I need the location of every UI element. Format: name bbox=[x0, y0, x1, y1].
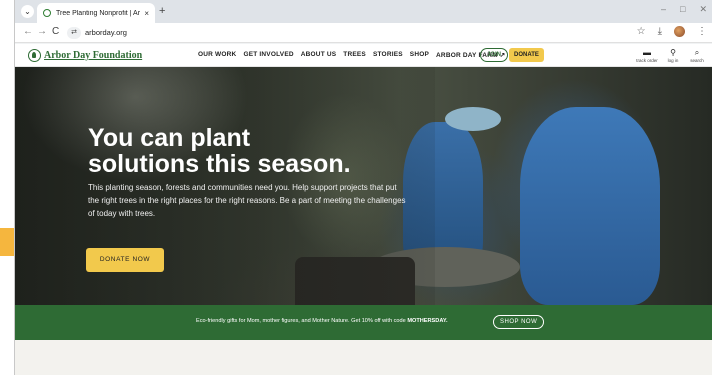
new-tab-button[interactable]: + bbox=[159, 5, 165, 17]
promo-bar: Eco-friendly gifts for Mom, mother figur… bbox=[15, 305, 712, 340]
nav-stories[interactable]: STORIES bbox=[373, 51, 403, 59]
search-icon: ⌕ bbox=[694, 48, 700, 57]
left-gutter bbox=[0, 0, 14, 375]
promo-message: Eco-friendly gifts for Mom, mother figur… bbox=[196, 318, 408, 324]
track-order-label: track order bbox=[636, 58, 658, 63]
nav-our-work[interactable]: OUR WORK bbox=[198, 51, 236, 59]
main-nav: OUR WORK GET INVOLVED ABOUT US TREES STO… bbox=[198, 51, 505, 59]
truck-icon: ▬ bbox=[643, 48, 651, 57]
site-info-icon[interactable]: ⇄ bbox=[67, 27, 81, 39]
hero-title-line1: You can plant bbox=[88, 124, 251, 152]
hero-title-line2: solutions this season. bbox=[88, 150, 351, 178]
favicon-icon bbox=[43, 9, 51, 17]
user-icon: ⚲ bbox=[670, 48, 676, 57]
reload-button[interactable]: C bbox=[52, 26, 59, 38]
nav-about-us[interactable]: ABOUT US bbox=[301, 51, 337, 59]
promo-text: Eco-friendly gifts for Mom, mother figur… bbox=[196, 318, 448, 324]
donate-button[interactable]: DONATE bbox=[509, 48, 544, 62]
tree-logo-icon bbox=[28, 49, 41, 62]
tab-close-icon[interactable]: × bbox=[144, 9, 149, 18]
profile-avatar[interactable] bbox=[674, 26, 685, 37]
log-in-button[interactable]: ⚲ log in bbox=[661, 48, 685, 63]
shop-now-button[interactable]: SHOP NOW bbox=[493, 315, 545, 329]
back-button[interactable]: ← bbox=[23, 26, 33, 38]
bookmark-star-icon[interactable]: ☆ bbox=[637, 26, 646, 37]
site-header: Arbor Day Foundation OUR WORK GET INVOLV… bbox=[15, 44, 712, 67]
active-tab[interactable]: Tree Planting Nonprofit | Arbo × bbox=[37, 3, 155, 23]
tab-search-icon[interactable]: ⌄ bbox=[21, 5, 34, 18]
track-order-button[interactable]: ▬ track order bbox=[635, 48, 659, 63]
hero-photo-planter bbox=[520, 107, 660, 305]
browser-menu-icon[interactable]: ⋮ bbox=[697, 26, 707, 37]
browser-toolbar: ← → C ⇄ arborday.org ☆ ⤓ ⋮ bbox=[15, 23, 712, 43]
address-bar[interactable]: arborday.org bbox=[85, 28, 127, 37]
maximize-button[interactable]: □ bbox=[680, 4, 685, 15]
nav-trees[interactable]: TREES bbox=[343, 51, 366, 59]
window-controls: – □ ✕ bbox=[661, 4, 707, 15]
tab-strip: ⌄ Tree Planting Nonprofit | Arbo × + – □… bbox=[15, 0, 712, 23]
promo-code: MOTHERSDAY. bbox=[407, 318, 448, 324]
hero-section: You can plant solutions this season. Thi… bbox=[15, 67, 712, 305]
toolbar-actions: ☆ ⤓ ⋮ bbox=[637, 26, 707, 37]
close-window-button[interactable]: ✕ bbox=[699, 4, 707, 15]
nav-shop[interactable]: SHOP bbox=[410, 51, 429, 59]
tab-title: Tree Planting Nonprofit | Arbo bbox=[56, 9, 141, 17]
join-button[interactable]: JOIN bbox=[480, 48, 509, 62]
minimize-button[interactable]: – bbox=[661, 4, 666, 15]
site-logo[interactable]: Arbor Day Foundation bbox=[28, 49, 142, 62]
below-fold-area bbox=[15, 340, 712, 375]
hero-body: This planting season, forests and commun… bbox=[88, 183, 406, 218]
logo-text: Arbor Day Foundation bbox=[44, 50, 143, 61]
screenshot: ⌄ Tree Planting Nonprofit | Arbo × + – □… bbox=[0, 0, 712, 375]
browser-window: ⌄ Tree Planting Nonprofit | Arbo × + – □… bbox=[14, 0, 712, 375]
search-button[interactable]: ⌕ search bbox=[685, 48, 709, 63]
forward-button[interactable]: → bbox=[37, 26, 47, 38]
log-in-label: log in bbox=[667, 58, 679, 63]
search-label: search bbox=[690, 58, 704, 63]
downloads-icon[interactable]: ⤓ bbox=[658, 26, 662, 37]
nav-get-involved[interactable]: GET INVOLVED bbox=[243, 51, 293, 59]
hero-photo-hat bbox=[445, 107, 501, 131]
hero-title: You can plant solutions this season. bbox=[88, 125, 408, 177]
donate-now-button[interactable]: DONATE NOW bbox=[86, 248, 164, 272]
